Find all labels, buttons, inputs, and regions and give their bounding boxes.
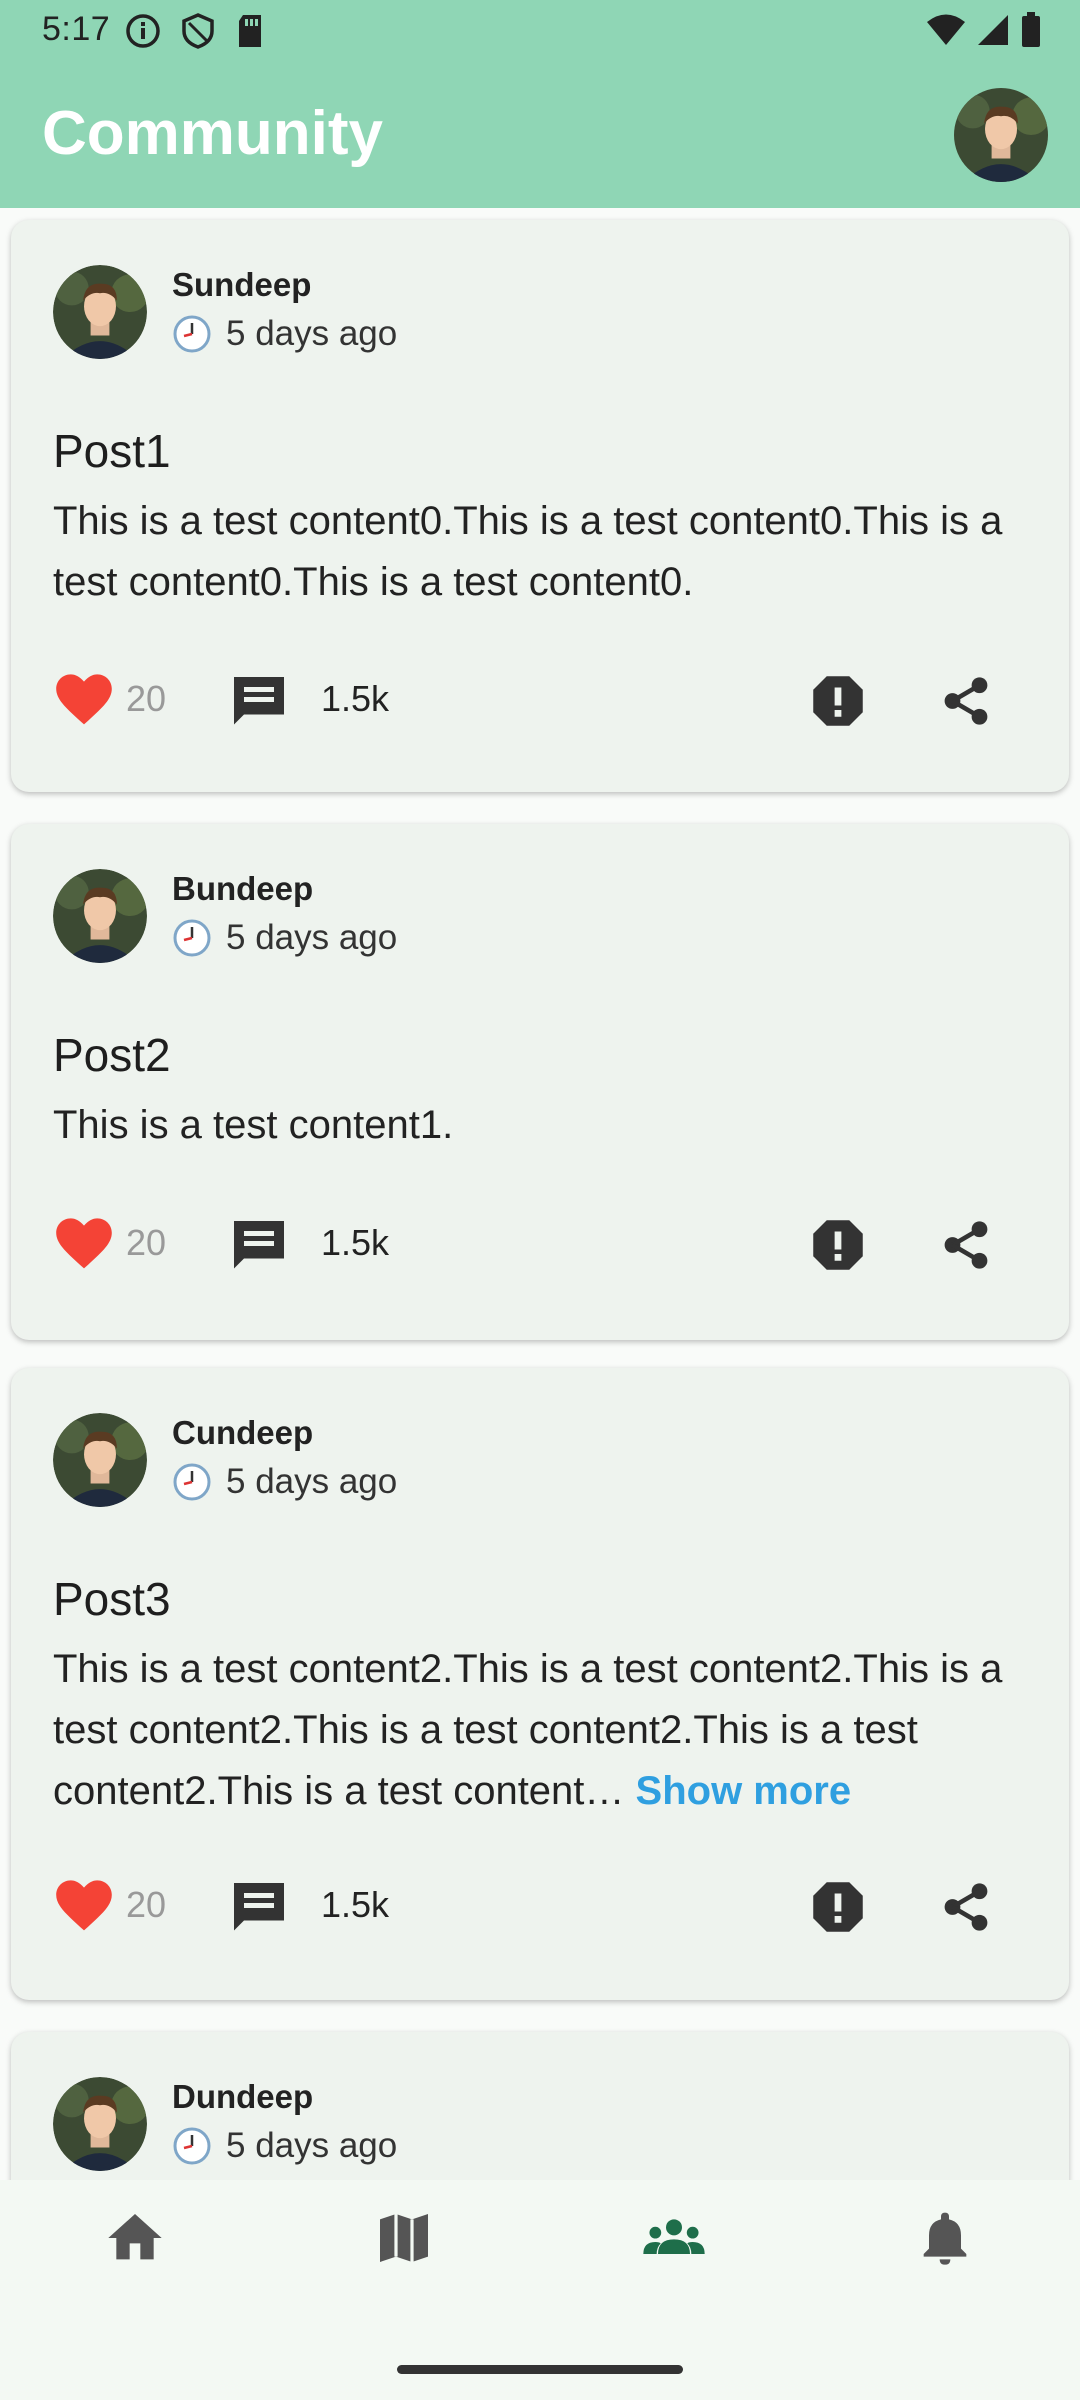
post-actions: 20 1.5k bbox=[11, 666, 1069, 736]
shield-icon bbox=[181, 13, 215, 58]
cell-signal-icon bbox=[976, 13, 1010, 56]
post-title: Post3 bbox=[53, 1573, 171, 1625]
sd-card-icon bbox=[235, 13, 265, 58]
post-time: 5 days ago bbox=[172, 918, 397, 958]
profile-avatar[interactable] bbox=[954, 88, 1048, 182]
post-time: 5 days ago bbox=[172, 314, 397, 354]
home-icon[interactable] bbox=[103, 2206, 167, 2270]
post-actions: 20 1.5k bbox=[11, 1210, 1069, 1280]
post-feed[interactable]: Sundeep 5 days ago Post1 This is a test … bbox=[0, 208, 1080, 2180]
post-time-label: 5 days ago bbox=[226, 2126, 398, 2165]
clock-icon bbox=[172, 1462, 212, 1502]
battery-icon bbox=[1020, 12, 1042, 57]
author-name[interactable]: Sundeep bbox=[172, 266, 311, 304]
report-icon[interactable] bbox=[811, 1218, 865, 1272]
map-icon[interactable] bbox=[372, 2206, 436, 2270]
app-bar: Community bbox=[0, 62, 1080, 208]
post-card: Cundeep 5 days ago Post3 This is a test … bbox=[11, 1368, 1069, 2000]
author-avatar[interactable] bbox=[53, 1413, 147, 1507]
author-name[interactable]: Bundeep bbox=[172, 870, 313, 908]
like-count: 20 bbox=[126, 1222, 167, 1263]
post-time-label: 5 days ago bbox=[226, 1462, 398, 1501]
clock-icon bbox=[172, 918, 212, 958]
clock-icon bbox=[172, 314, 212, 354]
post-time: 5 days ago bbox=[172, 1462, 397, 1502]
post-body: This is a test content1. bbox=[53, 1103, 454, 1147]
groups-icon[interactable] bbox=[642, 2206, 706, 2270]
heart-icon[interactable] bbox=[55, 672, 113, 726]
post-time-label: 5 days ago bbox=[226, 314, 398, 353]
post-body: This is a test content2.This is a test c… bbox=[53, 1639, 1033, 1822]
clock-icon bbox=[172, 2126, 212, 2166]
post-body: This is a test content0.This is a test c… bbox=[53, 499, 1003, 604]
notifications-icon[interactable] bbox=[913, 2206, 977, 2270]
post-title: Post1 bbox=[53, 425, 171, 477]
report-icon[interactable] bbox=[811, 1880, 865, 1934]
comment-icon[interactable] bbox=[229, 1216, 289, 1276]
home-indicator[interactable] bbox=[397, 2365, 683, 2374]
share-icon[interactable] bbox=[939, 1880, 993, 1934]
share-icon[interactable] bbox=[939, 1218, 993, 1272]
comment-icon[interactable] bbox=[229, 672, 289, 732]
post-card: Dundeep 5 days ago bbox=[11, 2032, 1069, 2180]
heart-icon[interactable] bbox=[55, 1878, 113, 1932]
post-card: Bundeep 5 days ago Post2 This is a test … bbox=[11, 824, 1069, 1340]
post-time-label: 5 days ago bbox=[226, 918, 398, 957]
like-count: 20 bbox=[126, 678, 167, 719]
status-bar: 5:17 bbox=[0, 0, 1080, 62]
post-body-text: This is a test content2.This is a test c… bbox=[53, 1647, 1003, 1813]
comment-count: 1.5k bbox=[321, 1884, 390, 1925]
heart-icon[interactable] bbox=[55, 1216, 113, 1270]
wifi-icon bbox=[926, 13, 966, 56]
share-icon[interactable] bbox=[939, 674, 993, 728]
comment-count: 1.5k bbox=[321, 1222, 390, 1263]
author-avatar[interactable] bbox=[53, 265, 147, 359]
post-actions: 20 1.5k bbox=[11, 1872, 1069, 1942]
post-title: Post2 bbox=[53, 1029, 171, 1081]
info-icon bbox=[125, 13, 161, 58]
page-title: Community bbox=[42, 99, 383, 168]
comment-icon[interactable] bbox=[229, 1878, 289, 1938]
comment-count: 1.5k bbox=[321, 678, 390, 719]
author-name[interactable]: Cundeep bbox=[172, 1414, 313, 1452]
status-time: 5:17 bbox=[42, 10, 111, 48]
like-count: 20 bbox=[126, 1884, 167, 1925]
post-card: Sundeep 5 days ago Post1 This is a test … bbox=[11, 220, 1069, 792]
show-more-link[interactable]: Show more bbox=[636, 1769, 852, 1813]
report-icon[interactable] bbox=[811, 674, 865, 728]
author-avatar[interactable] bbox=[53, 2077, 147, 2171]
author-avatar[interactable] bbox=[53, 869, 147, 963]
author-name[interactable]: Dundeep bbox=[172, 2078, 313, 2116]
post-time: 5 days ago bbox=[172, 2126, 397, 2166]
